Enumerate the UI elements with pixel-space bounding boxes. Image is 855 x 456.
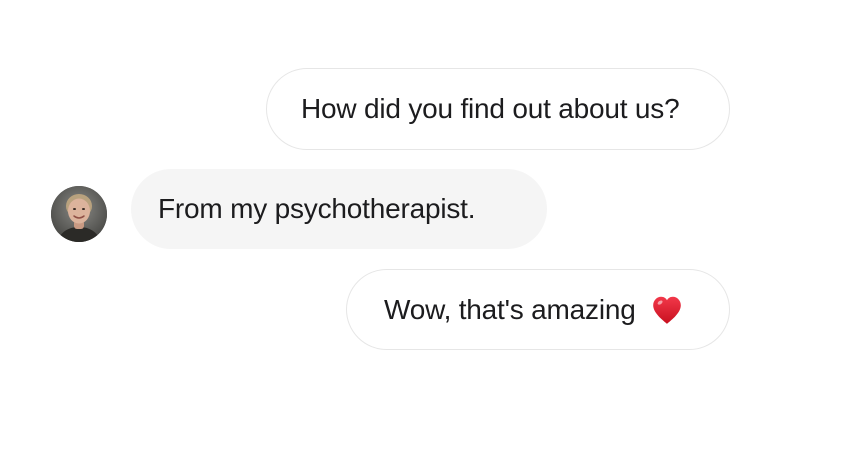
message-text: From my psychotherapist.	[158, 193, 476, 224]
avatar[interactable]	[51, 186, 107, 242]
avatar-photo	[51, 186, 107, 242]
heart-icon	[652, 296, 681, 324]
message-text: How did you find out about us?	[301, 93, 680, 124]
message-text: Wow, that's amazing	[384, 293, 636, 325]
outgoing-message-bubble: Wow, that's amazing	[346, 269, 730, 350]
outgoing-message-bubble: How did you find out about us?	[266, 68, 730, 150]
incoming-message-bubble: From my psychotherapist.	[131, 169, 547, 249]
